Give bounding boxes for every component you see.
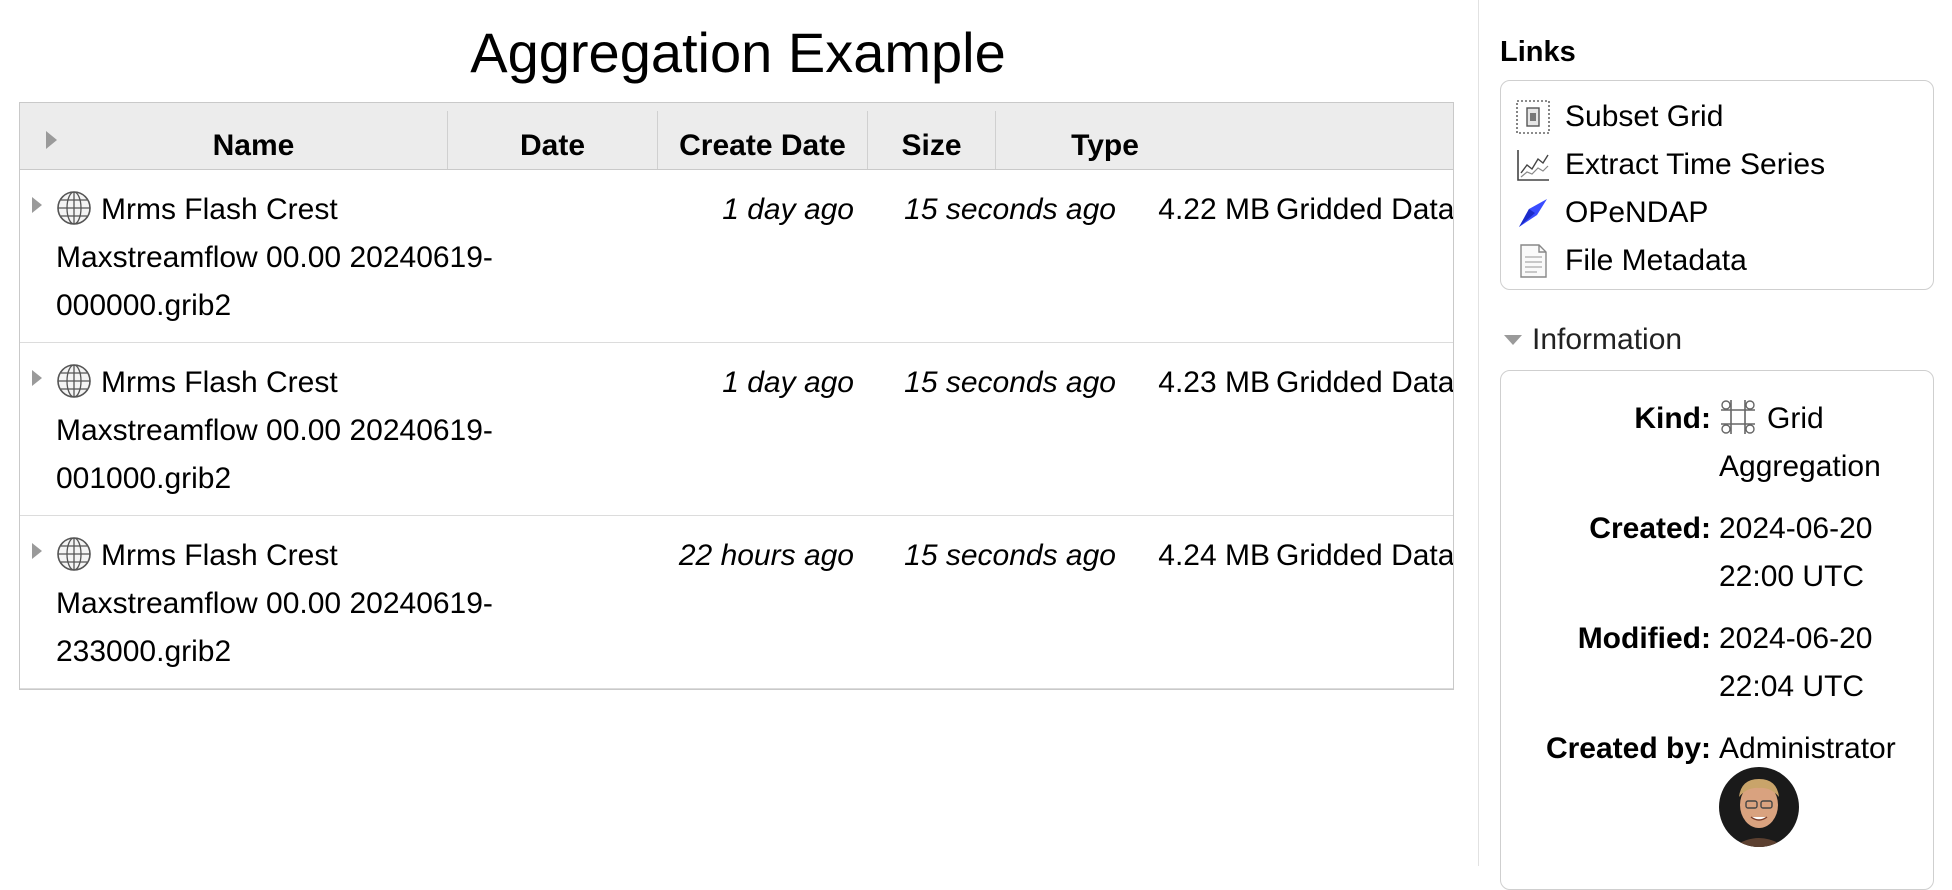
column-header-size[interactable]: Size (868, 111, 996, 169)
entries-table: Name Date Create Date Size Type Mrms Fla… (19, 102, 1454, 690)
table-row[interactable]: Mrms Flash Crest Maxstreamflow 00.00 202… (20, 516, 1453, 689)
entry-create-date: 15 seconds ago (904, 193, 1116, 226)
link-label: OPeNDAP (1565, 196, 1709, 229)
expand-all-toggle-icon[interactable] (46, 131, 57, 149)
entry-date: 1 day ago (722, 193, 854, 226)
link-label: Subset Grid (1565, 100, 1724, 133)
column-header-date[interactable]: Date (448, 111, 658, 169)
created-by-value[interactable]: Administrator (1719, 725, 1929, 773)
time-series-icon (1517, 150, 1549, 181)
document-icon (1520, 244, 1547, 278)
entry-size: 4.23 MB (1158, 366, 1270, 399)
links-heading: Links (1500, 36, 1576, 68)
main-content: Aggregation Example Name Date Create Dat… (0, 0, 1478, 866)
column-header-create-date[interactable]: Create Date (658, 111, 868, 169)
information-heading: Information (1532, 323, 1683, 356)
expand-row-icon[interactable] (32, 543, 42, 559)
entry-create-date: 15 seconds ago (904, 539, 1116, 572)
entry-size: 4.24 MB (1158, 539, 1270, 572)
modified-value: 2024-06-20 22:04 UTC (1719, 622, 1873, 703)
entry-name-link[interactable]: Mrms Flash Crest Maxstreamflow 00.00 202… (56, 532, 536, 676)
link-label: File Metadata (1565, 244, 1747, 277)
expand-row-icon[interactable] (32, 370, 42, 386)
created-by-label: Created by: (1545, 732, 1711, 765)
link-extract-time-series[interactable]: Extract Time Series (1515, 145, 1925, 185)
entry-name-link[interactable]: Mrms Flash Crest Maxstreamflow 00.00 202… (56, 186, 536, 330)
opendap-icon (1519, 199, 1547, 227)
sidebar: Links Subset Grid Extract Time Series OP (1478, 0, 1952, 890)
table-row[interactable]: Mrms Flash Crest Maxstreamflow 00.00 202… (20, 170, 1453, 343)
entry-date: 22 hours ago (678, 539, 854, 572)
collapse-triangle-icon (1504, 335, 1522, 345)
table-row[interactable]: Mrms Flash Crest Maxstreamflow 00.00 202… (20, 343, 1453, 516)
kind-label: Kind: (1634, 402, 1711, 435)
link-label: Extract Time Series (1565, 148, 1826, 181)
page-title: Aggregation Example (470, 21, 1006, 84)
user-avatar[interactable] (1719, 767, 1799, 847)
entry-type: Gridded Data (1276, 366, 1453, 399)
created-value: 2024-06-20 22:00 UTC (1719, 512, 1873, 593)
information-toggle[interactable]: Information (1504, 320, 1804, 360)
column-header-name[interactable]: Name (60, 111, 448, 169)
link-subset-grid[interactable]: Subset Grid (1515, 97, 1925, 137)
kind-value: Grid Aggregation (1719, 402, 1881, 483)
links-panel: Subset Grid Extract Time Series OPeNDAP (1500, 80, 1934, 290)
entry-name-link[interactable]: Mrms Flash Crest Maxstreamflow 00.00 202… (56, 359, 536, 503)
entry-type: Gridded Data (1276, 539, 1453, 572)
link-file-metadata[interactable]: File Metadata (1515, 241, 1925, 281)
information-panel: Kind: Grid Aggregation Created: 2024-06-… (1500, 370, 1934, 890)
column-header-type[interactable]: Type (996, 111, 1214, 169)
expand-row-icon[interactable] (32, 197, 42, 213)
link-opendap[interactable]: OPeNDAP (1515, 193, 1925, 233)
entry-size: 4.22 MB (1158, 193, 1270, 226)
table-header: Name Date Create Date Size Type (20, 103, 1453, 170)
modified-label: Modified: (1577, 622, 1711, 655)
subset-grid-icon (1516, 100, 1550, 134)
entry-type: Gridded Data (1276, 193, 1453, 226)
entry-date: 1 day ago (722, 366, 854, 399)
entry-create-date: 15 seconds ago (904, 366, 1116, 399)
created-label: Created: (1589, 512, 1711, 545)
